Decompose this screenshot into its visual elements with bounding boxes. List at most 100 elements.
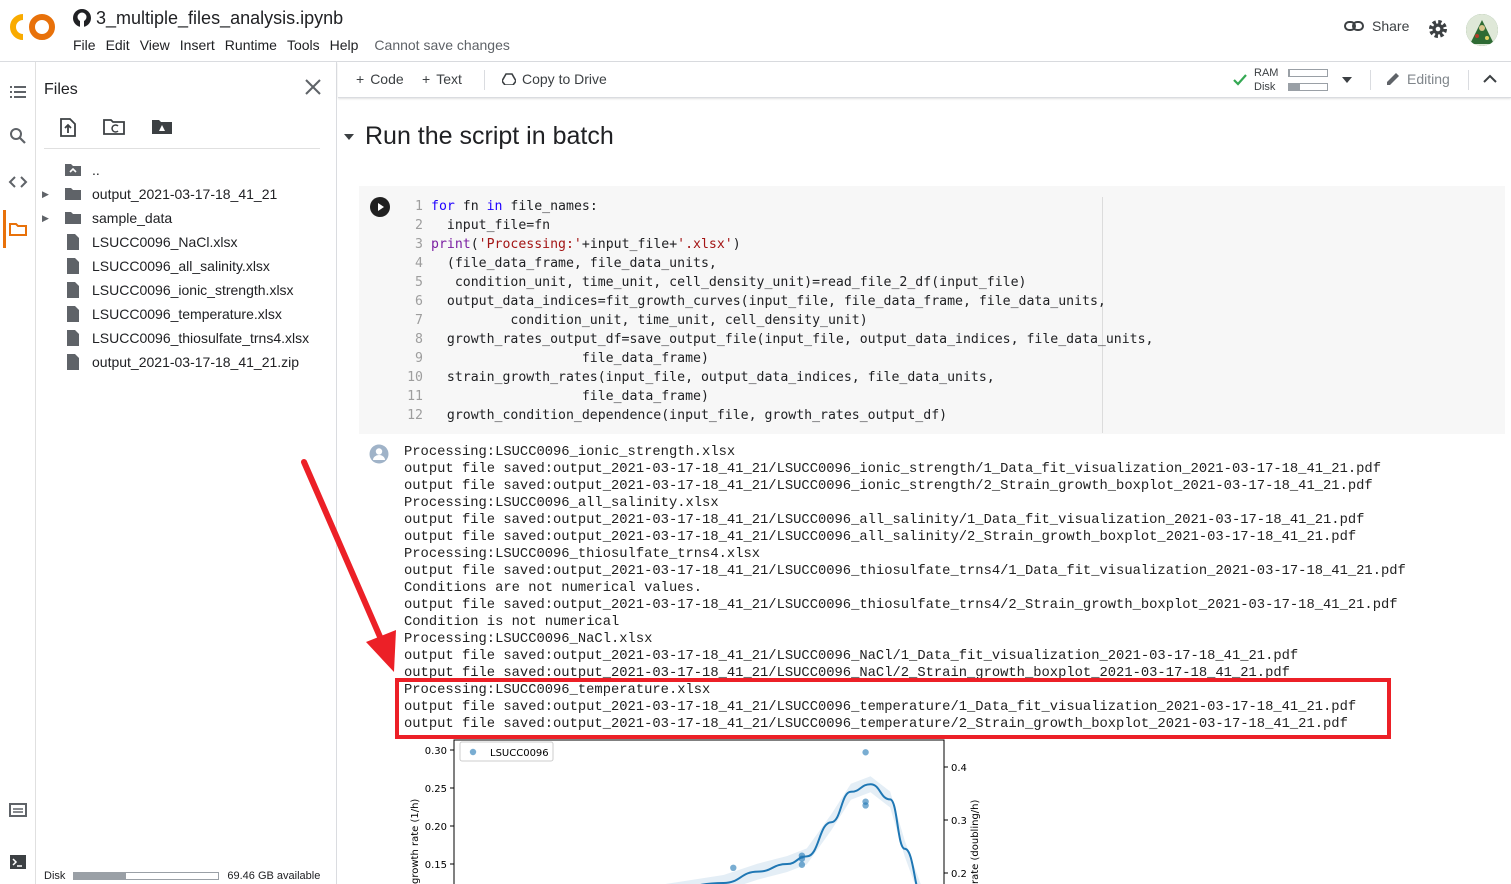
code-line: 6 output_data_indices=fit_growth_curves(… <box>415 294 1106 309</box>
upload-icon[interactable] <box>58 116 78 138</box>
left-rail <box>0 62 36 884</box>
tree-item-label: LSUCC0096_all_salinity.xlsx <box>92 258 270 274</box>
y-axis-right: 0.4 0.3 0.2 <box>944 763 967 880</box>
tree-item-folder[interactable]: ▶ sample_data <box>36 206 336 230</box>
save-status: Cannot save changes <box>374 37 510 53</box>
run-cell-button[interactable] <box>370 197 390 217</box>
file-tree: .. ▶ output_2021-03-17-18_41_21 ▶ sample… <box>36 158 336 374</box>
drive-icon <box>502 73 516 85</box>
data-point <box>862 802 869 809</box>
resource-monitor[interactable]: RAM Disk <box>1254 66 1328 94</box>
copy-to-drive-label: Copy to Drive <box>522 71 607 87</box>
divider <box>44 148 320 149</box>
ram-label: RAM <box>1254 67 1279 79</box>
editing-mode-button[interactable]: Editing <box>1385 71 1450 87</box>
ram-bar <box>1288 69 1328 77</box>
terminal-icon[interactable] <box>8 852 28 872</box>
notebook-title-row: 3_multiple_files_analysis.ipynb <box>72 6 343 30</box>
ram-fill <box>1289 70 1290 76</box>
divider <box>1370 70 1371 90</box>
tree-item-label: sample_data <box>92 210 173 226</box>
menu-tools[interactable]: Tools <box>282 37 325 53</box>
refresh-folder-icon[interactable] <box>102 116 126 138</box>
expand-arrow-icon[interactable]: ▶ <box>42 189 56 200</box>
command-palette-icon[interactable] <box>8 800 28 820</box>
output-line: output file saved:output_2021-03-17-18_4… <box>404 564 1406 579</box>
close-icon[interactable] <box>302 76 324 98</box>
tree-item-file[interactable]: output_2021-03-17-18_41_21.zip <box>36 350 336 374</box>
output-line: output file saved:output_2021-03-17-18_4… <box>404 513 1365 528</box>
output-line: Processing:LSUCC0096_NaCl.xlsx <box>404 632 653 647</box>
menu-file[interactable]: File <box>68 37 101 53</box>
tree-item-file[interactable]: LSUCC0096_all_salinity.xlsx <box>36 254 336 278</box>
search-icon[interactable] <box>8 126 28 146</box>
menu-bar: File Edit View Insert Runtime Tools Help… <box>68 37 515 53</box>
menu-edit[interactable]: Edit <box>101 37 135 53</box>
y-axis-right-label: rate (doubling/h) <box>970 800 981 884</box>
check-icon <box>1233 74 1247 86</box>
collapse-arrow-icon[interactable] <box>343 133 355 141</box>
section-heading: Run the script in batch <box>343 122 614 151</box>
file-toolbar <box>58 116 174 138</box>
output-line: Processing:LSUCC0096_thiosulfate_trns4.x… <box>404 547 761 562</box>
tree-item-file[interactable]: LSUCC0096_thiosulfate_trns4.xlsx <box>36 326 336 350</box>
expand-arrow-icon[interactable]: ▶ <box>42 213 56 224</box>
tree-item-label: output_2021-03-17-18_41_21 <box>92 186 278 202</box>
tree-item-file[interactable]: LSUCC0096_ionic_strength.xlsx <box>36 278 336 302</box>
section-title: Run the script in batch <box>365 122 614 150</box>
code-editor[interactable]: 1 for fn in file_names: 2 input_file=fn 3… <box>396 197 1154 425</box>
y-right-tick-label: 0.2 <box>951 869 967 880</box>
folder-icon[interactable] <box>8 219 28 239</box>
code-line: 3 print('Processing:' +input_file+ '.xlsx'… <box>415 237 741 252</box>
menu-runtime[interactable]: Runtime <box>220 37 282 53</box>
code-line: 9 file_data_frame) <box>415 351 709 366</box>
y-axis-label: growth rate (1/h) <box>410 799 421 884</box>
table-of-contents-icon[interactable] <box>8 82 28 102</box>
chevron-down-icon[interactable] <box>1342 76 1352 84</box>
tree-item-file[interactable]: LSUCC0096_temperature.xlsx <box>36 302 336 326</box>
output-line: output file saved:output_2021-03-17-18_4… <box>404 479 1373 494</box>
menu-insert[interactable]: Insert <box>175 37 220 53</box>
output-line: output file saved:output_2021-03-17-18_4… <box>404 598 1398 613</box>
output-line: Condition is not numerical <box>404 615 620 630</box>
output-line: output file saved:output_2021-03-17-18_4… <box>404 462 1381 477</box>
mount-drive-icon[interactable] <box>150 116 174 138</box>
top-bar: 3_multiple_files_analysis.ipynb File Edi… <box>0 0 1511 62</box>
tree-item-label: LSUCC0096_ionic_strength.xlsx <box>92 282 294 298</box>
legend-label: LSUCC0096 <box>490 748 549 759</box>
github-icon <box>73 9 91 27</box>
code-line: 8 growth_rates_output_df=save_output_fil… <box>415 332 1154 347</box>
files-panel-title: Files <box>44 81 78 98</box>
disk-bar <box>1288 83 1328 91</box>
highlight-box <box>395 678 1391 739</box>
notebook-title[interactable]: 3_multiple_files_analysis.ipynb <box>96 8 343 29</box>
output-line: Processing:LSUCC0096_all_salinity.xlsx <box>404 496 719 511</box>
file-icon <box>67 282 79 298</box>
editing-label: Editing <box>1407 71 1450 87</box>
data-point <box>798 861 806 868</box>
output-line: Conditions are not numerical values. <box>404 581 703 596</box>
copy-to-drive-button[interactable]: Copy to Drive <box>502 71 607 87</box>
add-text-button[interactable]: + Text <box>422 71 462 87</box>
plus-icon: + <box>422 71 431 87</box>
colab-logo[interactable] <box>10 12 58 42</box>
tree-item-folder[interactable]: ▶ output_2021-03-17-18_41_21 <box>36 182 336 206</box>
code-line: 4 (file_data_frame, file_data_units, <box>415 256 717 271</box>
avatar[interactable] <box>1466 14 1498 46</box>
code-snippets-icon[interactable] <box>8 172 28 192</box>
active-indicator <box>3 210 6 248</box>
menu-view[interactable]: View <box>135 37 175 53</box>
chevron-up-icon[interactable] <box>1483 74 1497 84</box>
code-line: 1 for fn in file_names: <box>415 199 598 214</box>
y-tick-label: 0.20 <box>425 822 447 833</box>
parent-directory[interactable]: .. <box>36 158 336 182</box>
gear-icon[interactable] <box>1428 19 1448 39</box>
code-line: 5 condition_unit, time_unit, cell_densit… <box>415 275 1027 290</box>
menu-help[interactable]: Help <box>325 37 364 53</box>
folder-up-icon <box>65 164 81 176</box>
tree-item-file[interactable]: LSUCC0096_NaCl.xlsx <box>36 230 336 254</box>
add-code-button[interactable]: + Code <box>356 71 404 87</box>
tree-item-label: LSUCC0096_temperature.xlsx <box>92 306 282 322</box>
share-button[interactable]: Share <box>1344 18 1409 34</box>
divider <box>1468 70 1469 90</box>
